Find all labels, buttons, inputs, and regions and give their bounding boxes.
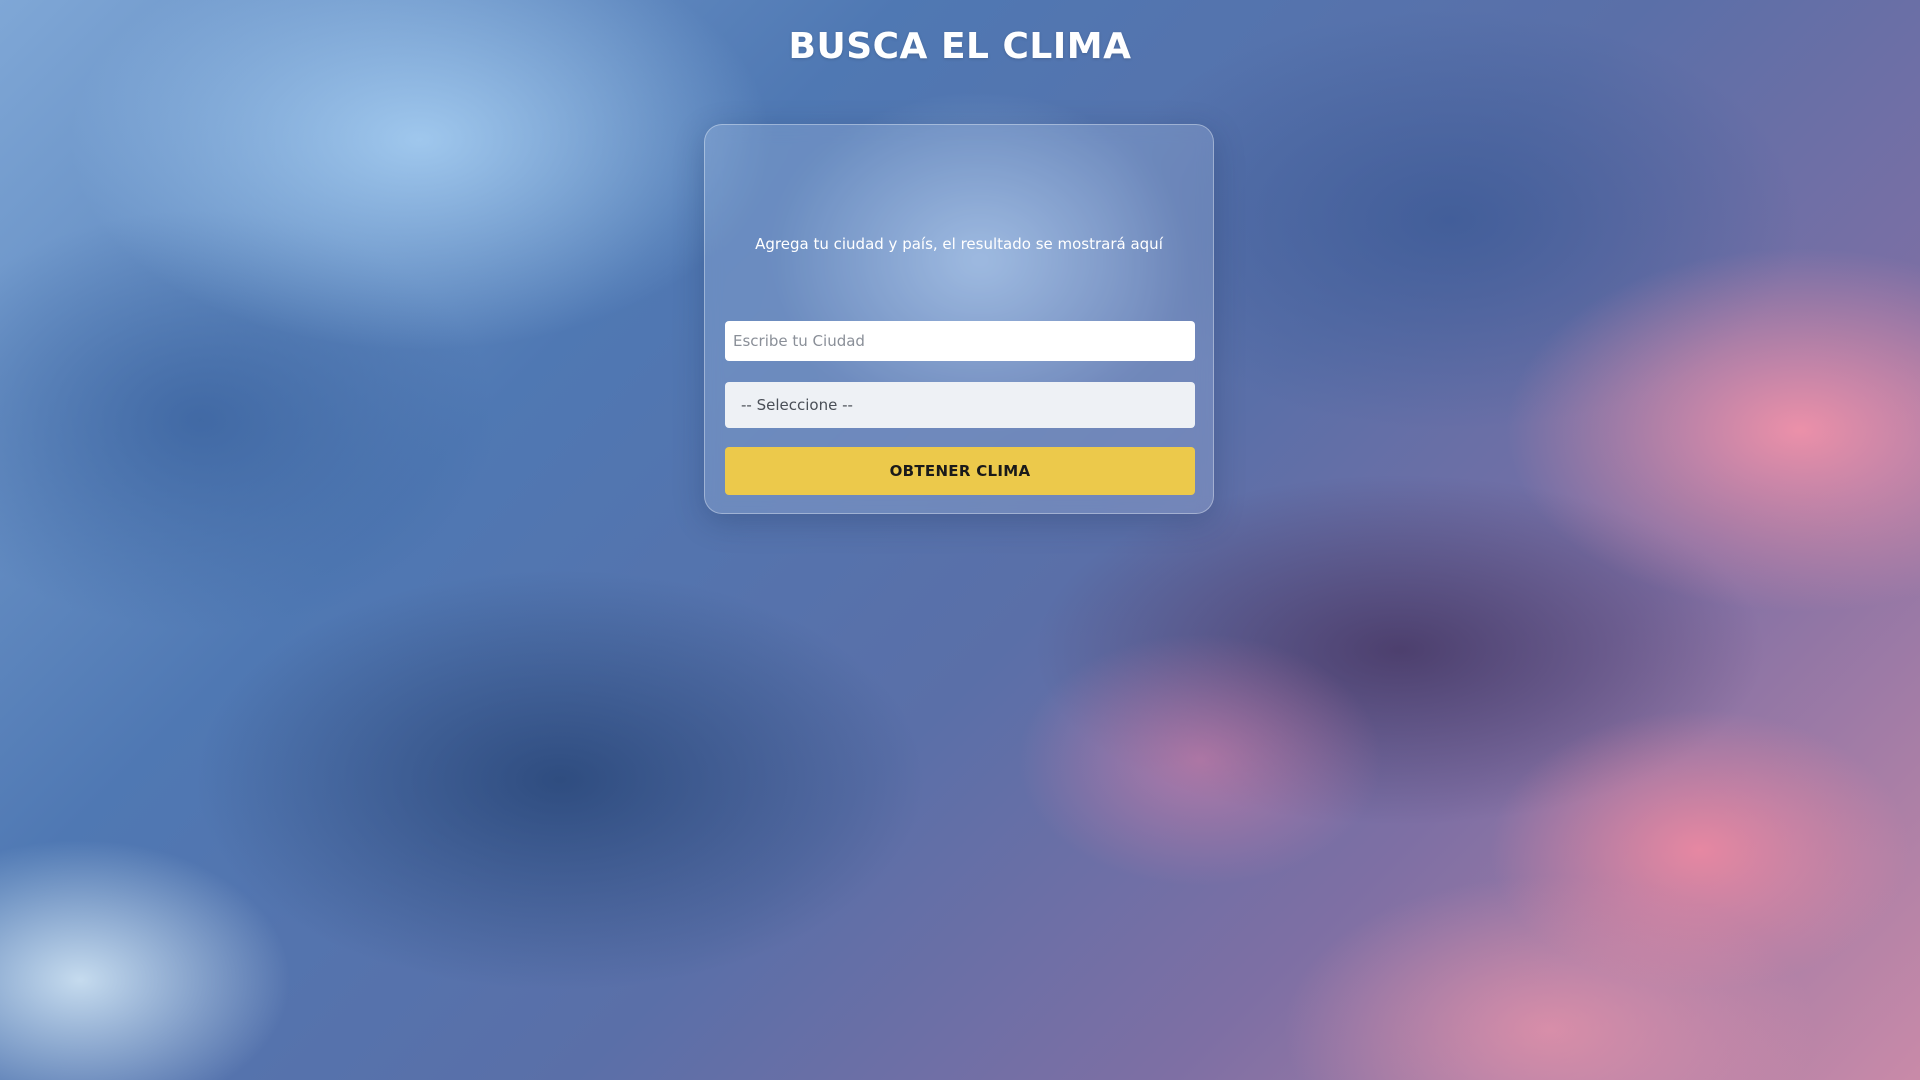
country-select-value: -- Seleccione -- [741, 396, 853, 414]
weather-form-card: Agrega tu ciudad y país, el resultado se… [704, 124, 1214, 514]
get-weather-button[interactable]: OBTENER CLIMA [725, 447, 1195, 495]
country-select[interactable]: -- Seleccione -- [725, 382, 1195, 428]
result-message: Agrega tu ciudad y país, el resultado se… [755, 235, 1163, 253]
page-title: BUSCA EL CLIMA [788, 26, 1132, 67]
city-input[interactable] [725, 321, 1195, 361]
